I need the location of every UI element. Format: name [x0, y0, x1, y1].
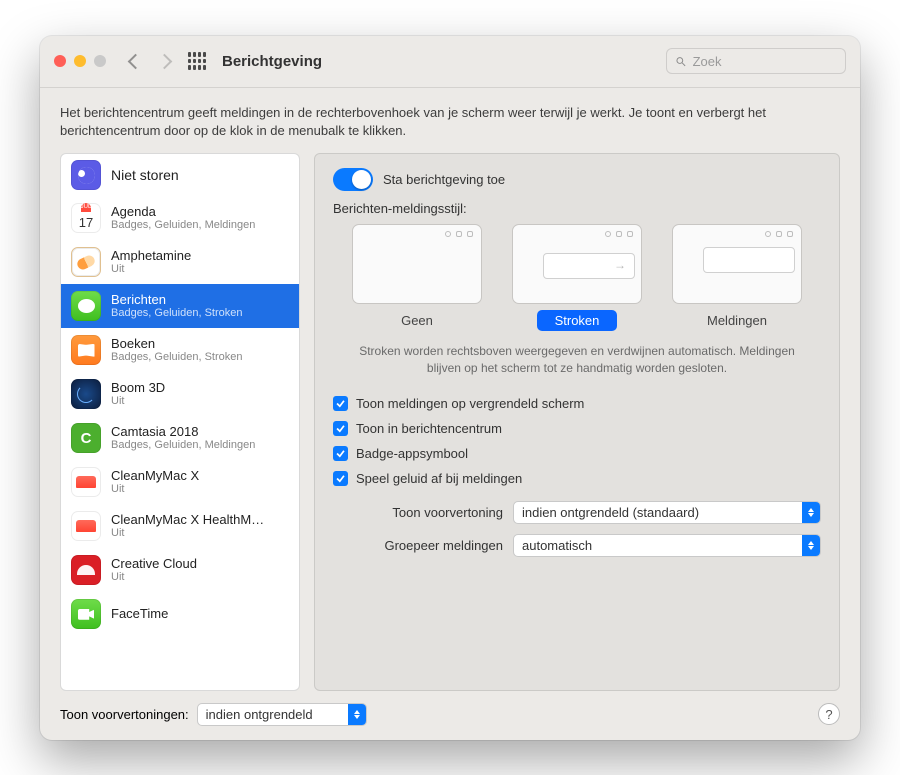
app-item-creative-cloud[interactable]: Creative Cloud Uit: [61, 548, 299, 592]
app-item-amphetamine[interactable]: Amphetamine Uit: [61, 240, 299, 284]
footer-label: Toon voorvertoningen:: [60, 707, 189, 722]
forward-button[interactable]: [157, 53, 173, 69]
alert-style-description: Stroken worden rechtsboven weergegeven e…: [353, 343, 801, 377]
stepper-icon: [802, 535, 820, 556]
stepper-icon: [348, 704, 366, 725]
app-item-boeken[interactable]: Boeken Badges, Geluiden, Stroken: [61, 328, 299, 372]
app-item-facetime[interactable]: FaceTime: [61, 592, 299, 636]
toolbar: Berichtgeving: [40, 36, 860, 88]
moon-icon: [71, 160, 101, 190]
close-window-button[interactable]: [54, 55, 66, 67]
alert-style-banners[interactable]: Stroken: [512, 224, 642, 331]
back-button[interactable]: [128, 53, 144, 69]
creative-cloud-icon: [71, 555, 101, 585]
app-item-berichten[interactable]: Berichten Badges, Geluiden, Stroken: [61, 284, 299, 328]
item-sub: Badges, Geluiden, Meldingen: [111, 439, 255, 452]
nav-arrows: [130, 56, 170, 67]
sound-checkbox[interactable]: [333, 471, 348, 486]
allow-notifications-label: Sta berichtgeving toe: [383, 172, 505, 187]
checkbox-label: Toon in berichtencentrum: [356, 421, 502, 436]
alert-style-none[interactable]: Geen: [352, 224, 482, 331]
window-controls: [54, 55, 106, 67]
pane-title: Berichtgeving: [222, 53, 322, 70]
show-preview-select[interactable]: indien ontgrendeld (standaard): [513, 501, 821, 524]
badge-checkbox[interactable]: [333, 446, 348, 461]
item-sub: Uit: [111, 395, 165, 408]
intro-text: Het berichtencentrum geeft meldingen in …: [60, 104, 840, 142]
content-body: Het berichtencentrum geeft meldingen in …: [40, 88, 860, 740]
style-thumb-banners: [512, 224, 642, 304]
help-button[interactable]: ?: [818, 703, 840, 725]
item-sub: Badges, Geluiden, Meldingen: [111, 219, 255, 232]
item-label: Amphetamine: [111, 248, 191, 264]
group-notifications-select[interactable]: automatisch: [513, 534, 821, 557]
do-not-disturb-item[interactable]: Niet storen: [61, 154, 299, 196]
stepper-icon: [802, 502, 820, 523]
item-label: Agenda: [111, 204, 255, 220]
item-sub: Badges, Geluiden, Stroken: [111, 307, 242, 320]
app-item-cleanmymac[interactable]: CleanMyMac X Uit: [61, 460, 299, 504]
cleanmymac-icon: [71, 467, 101, 497]
style-thumb-none: [352, 224, 482, 304]
item-label: CleanMyMac X HealthM…: [111, 512, 264, 528]
lockscreen-checkbox[interactable]: [333, 396, 348, 411]
item-label: Camtasia 2018: [111, 424, 255, 440]
app-item-camtasia[interactable]: Camtasia 2018 Badges, Geluiden, Meldinge…: [61, 416, 299, 460]
search-field[interactable]: [666, 48, 846, 74]
show-preview-label: Toon voorvertoning: [333, 505, 503, 520]
footer-preview-select[interactable]: indien ontgrendeld: [197, 703, 367, 726]
item-label: FaceTime: [111, 606, 168, 622]
pill-icon: [71, 247, 101, 277]
search-icon: [675, 55, 687, 68]
item-sub: Uit: [111, 571, 197, 584]
item-label: Niet storen: [111, 167, 179, 184]
allow-notifications-toggle[interactable]: [333, 168, 373, 191]
preferences-window: Berichtgeving Het berichtencentrum geeft…: [40, 36, 860, 740]
boom3d-icon: [71, 379, 101, 409]
books-icon: [71, 335, 101, 365]
zoom-window-button[interactable]: [94, 55, 106, 67]
alert-style-alerts[interactable]: Meldingen: [672, 224, 802, 331]
style-thumb-alerts: [672, 224, 802, 304]
footer: Toon voorvertoningen: indien ontgrendeld…: [60, 691, 840, 726]
select-value: indien ontgrendeld (standaard): [522, 505, 699, 520]
item-label: Berichten: [111, 292, 242, 308]
cleanmymac-icon: [71, 511, 101, 541]
show-all-prefs-button[interactable]: [188, 52, 206, 70]
group-notifications-label: Groepeer meldingen: [333, 538, 503, 553]
select-value: automatisch: [522, 538, 592, 553]
notifcenter-checkbox[interactable]: [333, 421, 348, 436]
item-sub: Uit: [111, 263, 191, 276]
calendar-icon: JUL17: [71, 203, 101, 233]
style-caption: Stroken: [537, 310, 618, 331]
app-list-scroll[interactable]: Niet storen JUL17 Agenda Badges, Geluide…: [61, 154, 299, 636]
style-caption: Geen: [383, 310, 451, 331]
detail-panel: Sta berichtgeving toe Berichten-meldings…: [314, 153, 840, 690]
item-label: CleanMyMac X: [111, 468, 199, 484]
checkbox-label: Badge-appsymbool: [356, 446, 468, 461]
messages-icon: [71, 291, 101, 321]
app-list: Niet storen JUL17 Agenda Badges, Geluide…: [60, 153, 300, 690]
alert-style-heading: Berichten-meldingsstijl:: [333, 201, 821, 216]
app-item-cleanmymac-health[interactable]: CleanMyMac X HealthM… Uit: [61, 504, 299, 548]
select-value: indien ontgrendeld: [206, 707, 313, 722]
item-sub: Badges, Geluiden, Stroken: [111, 351, 242, 364]
app-item-boom3d[interactable]: Boom 3D Uit: [61, 372, 299, 416]
item-label: Boeken: [111, 336, 242, 352]
item-sub: Uit: [111, 527, 264, 540]
item-sub: Uit: [111, 483, 199, 496]
app-item-agenda[interactable]: JUL17 Agenda Badges, Geluiden, Meldingen: [61, 196, 299, 240]
camtasia-icon: [71, 423, 101, 453]
checkbox-label: Speel geluid af bij meldingen: [356, 471, 522, 486]
style-caption: Meldingen: [689, 310, 785, 331]
item-label: Boom 3D: [111, 380, 165, 396]
minimize-window-button[interactable]: [74, 55, 86, 67]
item-label: Creative Cloud: [111, 556, 197, 572]
facetime-icon: [71, 599, 101, 629]
checkbox-label: Toon meldingen op vergrendeld scherm: [356, 396, 584, 411]
search-input[interactable]: [693, 54, 837, 69]
